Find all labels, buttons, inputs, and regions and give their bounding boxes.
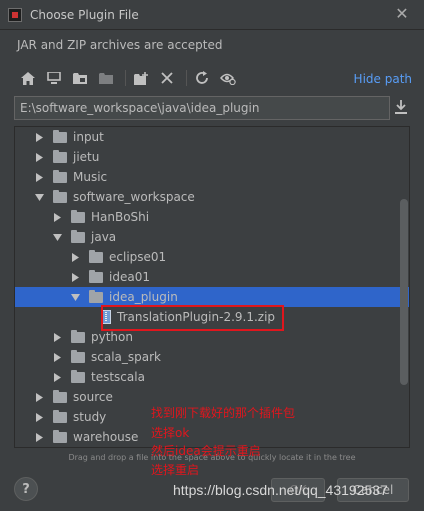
tree-folder-item[interactable]: idea_plugin: [15, 287, 409, 307]
expand-down-arrow-icon[interactable]: [69, 291, 81, 303]
folder-icon: [53, 169, 67, 183]
tree-item-label: HanBoShi: [91, 210, 150, 224]
folder-icon: [71, 229, 85, 243]
tree-item-label: idea01: [109, 270, 150, 284]
toolbar-separator: [186, 70, 187, 86]
folder-icon: [71, 209, 85, 223]
tree-item-label: testscala: [91, 370, 145, 384]
folder-icon: [53, 389, 67, 403]
desktop-icon[interactable]: [43, 67, 65, 89]
path-row: E:\software_workspace\java\idea_plugin: [14, 96, 410, 120]
delete-icon[interactable]: [156, 67, 178, 89]
tree-folder-item[interactable]: HanBoShi: [15, 207, 409, 227]
tree-item-label: input: [73, 130, 104, 144]
expand-right-arrow-icon[interactable]: [51, 371, 63, 383]
annotation-line-4: 选择重启: [151, 463, 200, 477]
tree-item-label: warehouse: [73, 430, 139, 444]
expand-right-arrow-icon[interactable]: [33, 391, 45, 403]
file-tree[interactable]: input jietu Music software_workspace HanBoSh…: [14, 126, 410, 448]
refresh-icon[interactable]: [191, 67, 213, 89]
annotation-line-3: 然后idea会提示重启: [151, 444, 261, 458]
tree-folder-item[interactable]: testscala: [15, 367, 409, 387]
tree-folder-item[interactable]: eclipse01: [15, 247, 409, 267]
highlight-box: [101, 305, 284, 331]
tree-folder-item[interactable]: jietu: [15, 147, 409, 167]
folder-icon: [53, 409, 67, 423]
folder-icon: [71, 349, 85, 363]
tree-item-label: java: [91, 230, 117, 244]
expand-down-arrow-icon[interactable]: [51, 231, 63, 243]
annotation-line-2: 选择ok: [151, 426, 190, 440]
close-icon[interactable]: ✕: [394, 6, 410, 22]
folder-icon: [89, 249, 103, 263]
tree-folder-item[interactable]: software_workspace: [15, 187, 409, 207]
new-folder-icon[interactable]: [130, 67, 152, 89]
tree-scrollbar[interactable]: [400, 199, 408, 385]
hide-path-link[interactable]: Hide path: [354, 72, 412, 86]
tree-folder-item[interactable]: input: [15, 127, 409, 147]
tree-item-label: idea_plugin: [109, 290, 178, 304]
tree-folder-item[interactable]: scala_spark: [15, 347, 409, 367]
expand-down-arrow-icon[interactable]: [33, 191, 45, 203]
expand-right-arrow-icon[interactable]: [33, 151, 45, 163]
window-title: Choose Plugin File: [30, 7, 139, 22]
tree-folder-item[interactable]: Music: [15, 167, 409, 187]
expand-right-arrow-icon[interactable]: [51, 331, 63, 343]
tree-item-label: eclipse01: [109, 250, 167, 264]
expand-right-arrow-icon[interactable]: [33, 411, 45, 423]
help-button[interactable]: ?: [14, 477, 38, 501]
watermark: https://blog.csdn.net/qq_43192537: [173, 482, 388, 498]
intellij-app-icon: [8, 7, 22, 22]
folder-icon: [53, 149, 67, 163]
home-icon[interactable]: [17, 67, 39, 89]
show-hidden-icon[interactable]: [217, 67, 239, 89]
tree-item-label: source: [73, 390, 113, 404]
dialog-description: JAR and ZIP archives are accepted: [17, 38, 223, 52]
folder-icon: [71, 329, 85, 343]
tree-item-label: python: [91, 330, 133, 344]
tree-item-label: scala_spark: [91, 350, 161, 364]
toolbar-separator: [125, 70, 126, 86]
title-bar: Choose Plugin File ✕: [0, 0, 424, 30]
project-icon[interactable]: [69, 67, 91, 89]
download-icon[interactable]: [394, 99, 410, 117]
expand-right-arrow-icon[interactable]: [51, 351, 63, 363]
expand-right-arrow-icon[interactable]: [33, 131, 45, 143]
expand-right-arrow-icon[interactable]: [33, 171, 45, 183]
folder-icon: [71, 369, 85, 383]
expand-right-arrow-icon[interactable]: [69, 271, 81, 283]
path-field[interactable]: E:\software_workspace\java\idea_plugin: [14, 96, 390, 120]
tree-item-label: study: [73, 410, 107, 424]
expand-right-arrow-icon[interactable]: [69, 251, 81, 263]
tree-folder-item[interactable]: java: [15, 227, 409, 247]
tree-item-label: jietu: [73, 150, 100, 164]
expand-right-arrow-icon[interactable]: [33, 431, 45, 443]
tree-folder-item[interactable]: idea01: [15, 267, 409, 287]
module-icon[interactable]: [95, 67, 117, 89]
tree-item-label: Music: [73, 170, 108, 184]
expand-right-arrow-icon[interactable]: [51, 211, 63, 223]
folder-icon: [53, 189, 67, 203]
annotation-line-1: 找到刚下载好的那个插件包: [151, 406, 296, 420]
folder-icon: [89, 269, 103, 283]
folder-icon: [53, 429, 67, 443]
tree-item-label: software_workspace: [73, 190, 195, 204]
folder-icon: [53, 129, 67, 143]
folder-icon: [89, 289, 103, 303]
